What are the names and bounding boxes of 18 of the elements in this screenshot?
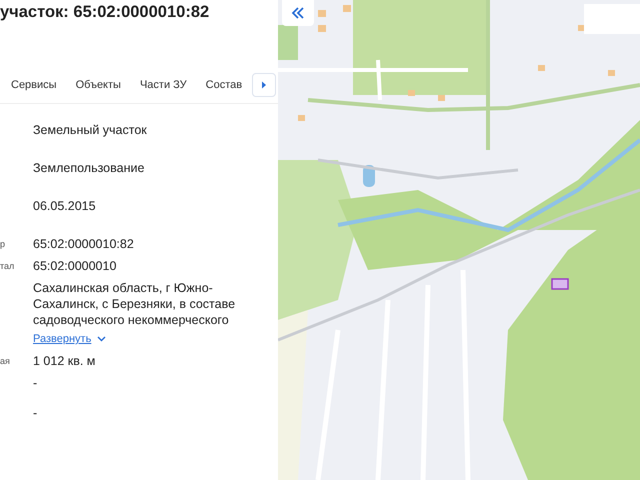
field-label: р (0, 239, 6, 249)
field-value: - (33, 375, 38, 391)
field-value: 65:02:0000010 (33, 258, 118, 274)
tab[interactable]: Объекты (64, 73, 121, 97)
field-label: тал (0, 261, 14, 271)
field-value: 1 012 кв. м (33, 353, 96, 369)
field-value: Сахалинская область, г Южно-Сахалинск, с Березняки, в составе садоводческого некоммерческого (33, 280, 236, 328)
tab[interactable]: Сервисы (0, 73, 57, 97)
tab[interactable]: Части ЗУ (128, 73, 187, 97)
field-value: 65:02:0000010:82 (33, 236, 135, 252)
tab[interactable]: Состав (194, 73, 242, 97)
field-value: Земельный участок (33, 122, 148, 138)
field-value: 06.05.2015 (33, 198, 97, 214)
field-label: ая (0, 356, 10, 366)
expand-link[interactable]: Развернуть (33, 331, 248, 347)
field-value: - (33, 405, 38, 421)
panel-title: участок: 65:02:0000010:82 (0, 2, 210, 23)
field-value: Землепользование (33, 160, 146, 176)
